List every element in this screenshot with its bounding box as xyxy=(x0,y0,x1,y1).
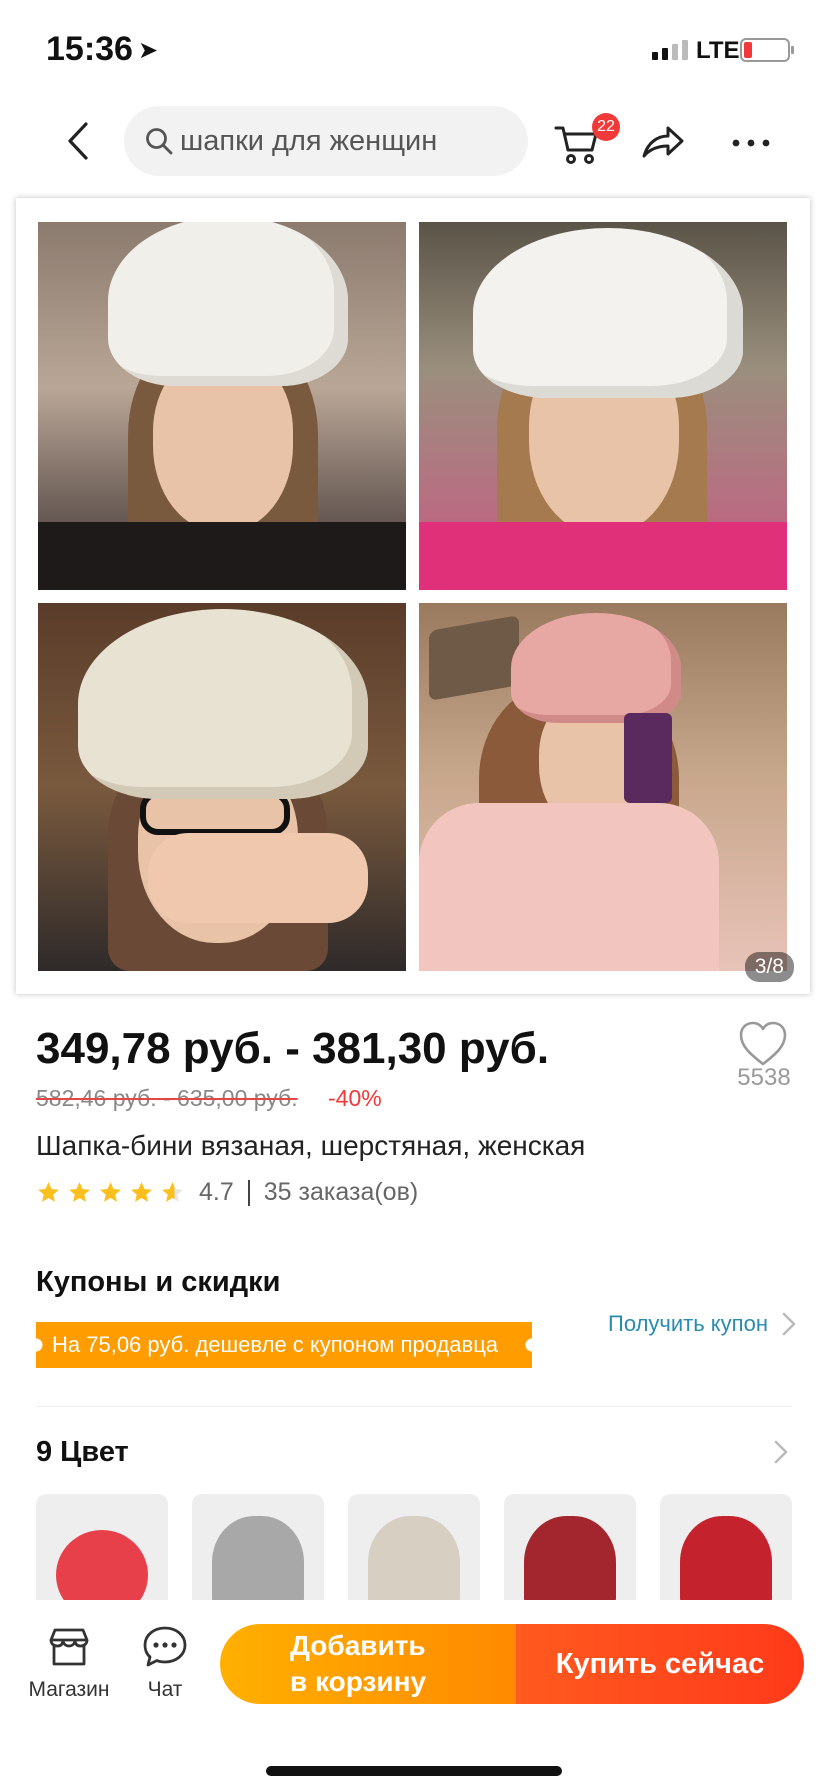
rating-stars xyxy=(36,1180,185,1205)
status-time: 15:36 xyxy=(46,30,133,68)
store-label: Магазин xyxy=(28,1678,110,1701)
get-coupon-link[interactable]: Получить купон xyxy=(608,1310,798,1338)
buy-now-label: Купить сейчас xyxy=(555,1647,765,1680)
product-photo xyxy=(38,222,406,590)
share-button[interactable] xyxy=(640,120,686,166)
color-swatch[interactable] xyxy=(660,1494,792,1614)
search-bar[interactable] xyxy=(124,106,528,176)
color-swatch[interactable] xyxy=(192,1494,324,1614)
location-arrow-icon: ➤ xyxy=(138,37,159,64)
color-swatch[interactable] xyxy=(36,1494,168,1614)
store-icon xyxy=(49,1628,89,1666)
old-price: 582,46 руб. - 635,00 руб. xyxy=(36,1085,298,1111)
coupon-banner[interactable]: На 75,06 руб. дешевле с купоном продавца xyxy=(36,1322,532,1368)
add-to-cart-label-line2: в корзину xyxy=(290,1666,427,1697)
color-swatch-list xyxy=(36,1494,792,1614)
search-icon xyxy=(146,128,173,155)
star-icon xyxy=(69,1182,90,1202)
chevron-right-icon xyxy=(782,1312,796,1336)
product-title: Шапка-бини вязаная, шерстяная, женская xyxy=(36,1130,586,1161)
product-photo xyxy=(419,603,787,971)
section-divider xyxy=(36,1406,792,1407)
product-image-gallery[interactable]: 3/8 xyxy=(16,198,810,994)
add-to-cart-button[interactable]: Добавить в корзину xyxy=(220,1624,516,1704)
back-button[interactable] xyxy=(54,116,104,166)
battery-icon xyxy=(740,38,794,62)
cart-count-badge: 22 xyxy=(592,113,620,141)
chevron-right-icon[interactable] xyxy=(772,1438,790,1466)
status-bar: 15:36 ➤ LTE xyxy=(0,0,828,100)
color-options-heading[interactable]: 9 Цвет xyxy=(36,1436,129,1469)
rating-value: 4.7 xyxy=(199,1178,234,1206)
star-half-icon xyxy=(162,1182,183,1202)
color-swatch[interactable] xyxy=(348,1494,480,1614)
add-to-cart-label-line1: Добавить xyxy=(290,1630,426,1661)
chat-tab[interactable]: Чат xyxy=(120,1622,210,1702)
network-label: LTE xyxy=(696,37,740,64)
top-navigation-bar: 22 xyxy=(0,100,828,190)
divider xyxy=(247,1179,250,1206)
orders-count: 35 заказа(ов) xyxy=(263,1178,419,1206)
gallery-counter: 3/8 xyxy=(744,952,794,982)
more-options-button[interactable] xyxy=(728,120,774,166)
star-icon xyxy=(131,1182,152,1202)
discount-badge: -40% xyxy=(328,1085,382,1111)
product-photo xyxy=(419,222,787,590)
chat-label: Чат xyxy=(147,1678,183,1701)
price-range: 349,78 руб. - 381,30 руб. xyxy=(36,1024,550,1073)
search-input[interactable] xyxy=(180,124,520,158)
color-swatch[interactable] xyxy=(504,1494,636,1614)
bottom-action-bar: Магазин Чат Добавить в корзину Купить се… xyxy=(0,1600,828,1792)
star-icon xyxy=(38,1182,59,1202)
home-indicator[interactable] xyxy=(266,1766,562,1776)
store-tab[interactable]: Магазин xyxy=(24,1622,114,1702)
signal-icon xyxy=(652,40,688,60)
chevron-left-icon xyxy=(68,122,88,160)
buy-now-button[interactable]: Купить сейчас xyxy=(516,1624,804,1704)
product-photo xyxy=(38,603,406,971)
more-dots-icon xyxy=(732,139,770,147)
coupons-heading: Купоны и скидки xyxy=(36,1266,281,1298)
get-coupon-label: Получить купон xyxy=(608,1311,768,1336)
chat-icon xyxy=(143,1626,187,1667)
share-icon xyxy=(642,126,684,158)
rating-row[interactable]: 4.7 35 заказа(ов) xyxy=(36,1178,418,1207)
wishlist-count: 5538 xyxy=(737,1064,791,1091)
star-icon xyxy=(100,1182,121,1202)
